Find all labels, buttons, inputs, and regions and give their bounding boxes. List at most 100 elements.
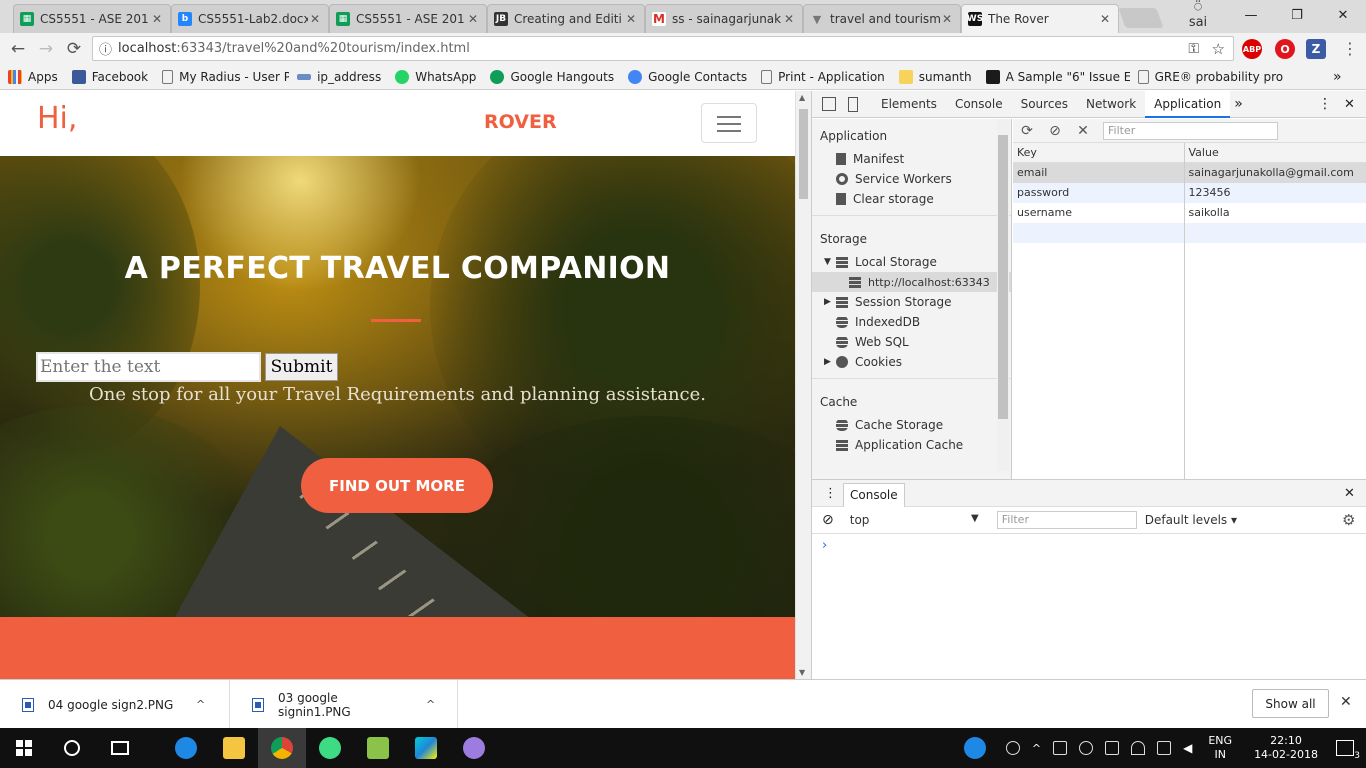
bookmark-ip-address[interactable]: ip_address xyxy=(297,70,381,84)
drawer-menu-icon[interactable]: ⋮ xyxy=(824,486,837,501)
action-center-icon[interactable]: 3 xyxy=(1336,740,1360,761)
storage-filter-input[interactable]: Filter xyxy=(1103,121,1278,140)
taskbar-app-notepad[interactable] xyxy=(354,728,402,768)
network-icon[interactable] xyxy=(1053,741,1068,755)
sidebar-item-clear-storage[interactable]: Clear storage xyxy=(812,189,1011,209)
task-view-button[interactable] xyxy=(96,728,144,768)
restore-button[interactable]: ❐ xyxy=(1274,8,1320,23)
browser-tab-active[interactable]: WS The Rover ✕ xyxy=(961,4,1119,33)
close-tab-icon[interactable]: ✕ xyxy=(940,12,954,26)
chrome-menu-icon[interactable]: ⋮ xyxy=(1342,39,1358,58)
taskbar-app-git[interactable] xyxy=(450,728,498,768)
bookmark-star-icon[interactable]: ☆ xyxy=(1212,40,1225,58)
delete-selected-icon[interactable]: ✕ xyxy=(1069,123,1097,139)
taskbar-app-android-studio[interactable] xyxy=(306,728,354,768)
more-tabs-button[interactable]: » xyxy=(1234,96,1243,112)
bookmark-facebook[interactable]: Facebook xyxy=(71,69,148,84)
devtools-tab-elements[interactable]: Elements xyxy=(872,91,946,118)
download-item[interactable]: 04 google sign2.PNG ^ xyxy=(0,680,230,729)
address-bar[interactable]: ⓘ localhost:63343/travel%20and%20tourism… xyxy=(92,36,1234,61)
browser-tab[interactable]: JB Creating and Editi ✕ xyxy=(487,4,645,33)
wifi-icon[interactable] xyxy=(1131,741,1146,755)
bookmarks-overflow-button[interactable]: » xyxy=(1333,69,1342,85)
clear-all-icon[interactable]: ⊘ xyxy=(1041,123,1069,139)
bookmark-folder-sumanth[interactable]: sumanth xyxy=(898,69,972,84)
sidebar-item-websql[interactable]: Web SQL xyxy=(812,332,1011,352)
console-drawer-tab[interactable]: Console xyxy=(843,483,905,507)
sidebar-item-service-workers[interactable]: Service Workers xyxy=(812,169,1011,189)
taskbar-app-chrome[interactable] xyxy=(258,728,306,768)
show-all-downloads-button[interactable]: Show all xyxy=(1252,689,1329,718)
taskbar-app-explorer[interactable] xyxy=(210,728,258,768)
onedrive-icon[interactable] xyxy=(1079,741,1094,755)
table-row[interactable]: email sainagarjunakolla@gmail.com xyxy=(1013,162,1366,183)
adblock-icon[interactable]: ABP xyxy=(1242,39,1262,59)
bookmark-hangouts[interactable]: Google Hangouts xyxy=(490,69,614,84)
cortana-button[interactable] xyxy=(48,728,96,768)
bookmark-sample-issue[interactable]: A Sample "6" Issue E xyxy=(985,69,1130,84)
sidebar-item-manifest[interactable]: Manifest xyxy=(812,149,1011,169)
close-window-button[interactable]: ✕ xyxy=(1320,8,1366,23)
chevron-up-icon[interactable]: ^ xyxy=(196,698,205,711)
back-button[interactable]: ← xyxy=(4,35,32,63)
key-icon[interactable]: ⚿ xyxy=(1188,41,1199,57)
battery-icon[interactable] xyxy=(1105,741,1120,755)
navbar-toggle-button[interactable] xyxy=(701,103,757,143)
devtools-tab-console[interactable]: Console xyxy=(946,91,1012,118)
new-tab-button[interactable] xyxy=(1118,8,1164,28)
close-tab-icon[interactable]: ✕ xyxy=(782,12,796,26)
sidebar-item-cookies[interactable]: ▶ Cookies xyxy=(812,352,1011,372)
devtools-tab-sources[interactable]: Sources xyxy=(1012,91,1077,118)
device-toolbar-icon[interactable] xyxy=(848,96,858,112)
url-text[interactable]: localhost:63343/travel%20and%20tourism/i… xyxy=(118,41,470,56)
scrollbar-thumb[interactable] xyxy=(799,109,808,199)
profile-badge[interactable]: ⍥ sai xyxy=(1168,0,1228,30)
sidebar-item-session-storage[interactable]: ▶ Session Storage xyxy=(812,292,1011,312)
column-header-value[interactable]: Value xyxy=(1184,143,1366,163)
close-tab-icon[interactable]: ✕ xyxy=(1098,12,1112,26)
refresh-icon[interactable]: ⟳ xyxy=(1013,123,1041,139)
column-header-key[interactable]: Key xyxy=(1013,143,1185,163)
sidebar-item-indexeddb[interactable]: IndexedDB xyxy=(812,312,1011,332)
browser-tab[interactable]: ▼ travel and tourism ✕ xyxy=(803,4,961,33)
scroll-up-icon[interactable]: ▲ xyxy=(799,93,805,102)
devtools-tab-network[interactable]: Network xyxy=(1077,91,1145,118)
table-row[interactable]: username saikolla xyxy=(1013,202,1366,223)
opera-icon[interactable]: O xyxy=(1275,39,1295,59)
scrollbar-thumb[interactable] xyxy=(998,135,1008,419)
info-icon[interactable]: ⓘ xyxy=(99,39,112,58)
reload-button[interactable]: ⟳ xyxy=(60,35,88,63)
drawer-close-icon[interactable]: ✕ xyxy=(1344,486,1355,501)
sidebar-item-local-origin[interactable]: http://localhost:63343 xyxy=(812,272,1011,292)
chevron-up-icon[interactable]: ^ xyxy=(1032,742,1041,755)
devtools-menu-icon[interactable]: ⋮ xyxy=(1318,96,1332,112)
browser-tab[interactable]: b CS5551-Lab2.docx ✕ xyxy=(171,4,329,33)
close-tab-icon[interactable]: ✕ xyxy=(308,12,322,26)
close-downloads-icon[interactable]: ✕ xyxy=(1340,694,1352,710)
clear-console-icon[interactable]: ⊘ xyxy=(822,512,834,528)
people-icon[interactable] xyxy=(1005,741,1020,755)
browser-tab[interactable]: ▦ CS5551 - ASE 201 ✕ xyxy=(13,4,171,33)
bookmark-my-radius[interactable]: My Radius - User Por xyxy=(162,69,289,84)
pen-icon[interactable] xyxy=(1157,741,1172,755)
brand-link[interactable]: ROVER xyxy=(484,111,557,133)
sidebar-item-cache-storage[interactable]: Cache Storage xyxy=(812,415,1011,435)
taskbar-app-edge[interactable] xyxy=(162,728,210,768)
console-filter-input[interactable]: Filter xyxy=(996,511,1137,529)
bookmark-apps[interactable]: Apps xyxy=(8,69,58,84)
browser-tab[interactable]: ▦ CS5551 - ASE 201 ✕ xyxy=(329,4,487,33)
inspect-element-icon[interactable] xyxy=(822,97,836,111)
context-selector[interactable]: top ▼ xyxy=(842,513,987,527)
sidebar-scrollbar[interactable] xyxy=(997,119,1009,471)
submit-button[interactable]: Submit xyxy=(265,353,338,381)
bookmark-whatsapp[interactable]: WhatsApp xyxy=(395,69,476,84)
devtools-tab-application[interactable]: Application xyxy=(1145,90,1231,118)
page-scrollbar[interactable]: ▲ ▼ xyxy=(795,91,811,679)
start-button[interactable] xyxy=(0,728,48,768)
language-indicator[interactable]: ENG IN xyxy=(1208,734,1232,762)
close-tab-icon[interactable]: ✕ xyxy=(624,12,638,26)
minimize-button[interactable]: — xyxy=(1228,8,1274,23)
close-tab-icon[interactable]: ✕ xyxy=(466,12,480,26)
table-row[interactable]: password 123456 xyxy=(1013,182,1366,203)
chevron-up-icon[interactable]: ^ xyxy=(426,698,435,711)
